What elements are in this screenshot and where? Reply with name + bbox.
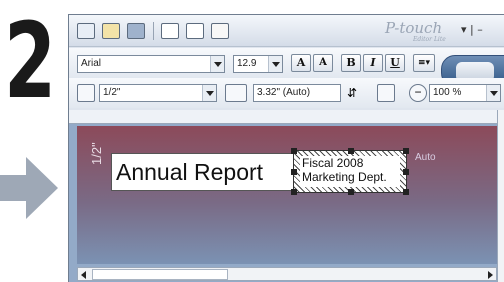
resize-handle[interactable]: [291, 148, 297, 154]
title-bar: P-touch Editor Lite ▾ | –: [69, 15, 504, 47]
zoom-select[interactable]: 100 %: [429, 84, 501, 102]
toolbar-separator: [153, 22, 154, 40]
scroll-thumb[interactable]: [92, 269, 228, 280]
selected-text-content: Fiscal 2008 Marketing Dept.: [300, 156, 400, 187]
scroll-left-icon[interactable]: [81, 271, 86, 279]
layout-toolbar: 1/2" 3.32" (Auto) ⇵ − 100 %: [69, 78, 504, 108]
selected-text-line: Marketing Dept.: [302, 170, 387, 184]
window-controls[interactable]: ▾ | –: [461, 23, 483, 36]
resize-handle[interactable]: [403, 169, 409, 175]
chevron-down-icon[interactable]: [486, 85, 500, 101]
label-length-value: 3.32" (Auto): [257, 87, 311, 98]
tape-width-value: 1/2": [103, 87, 121, 98]
tape-width-indicator: 1/2": [89, 142, 104, 165]
font-shrink-button[interactable]: A: [313, 54, 333, 72]
font-size-select[interactable]: 12.9: [233, 55, 283, 73]
scroll-right-icon[interactable]: [488, 271, 493, 279]
new-icon[interactable]: [77, 23, 95, 39]
vertical-text-icon[interactable]: [377, 84, 395, 102]
tape-area[interactable]: [77, 126, 497, 264]
text-object[interactable]: Annual Report: [111, 153, 295, 191]
open-icon[interactable]: [102, 23, 120, 39]
tape-width-icon: [77, 84, 95, 102]
stepper-icon[interactable]: ⇵: [347, 84, 359, 102]
app-window: P-touch Editor Lite ▾ | – Arial 12.9 A A…: [68, 14, 504, 282]
resize-handle[interactable]: [348, 189, 354, 195]
length-icon: [225, 84, 247, 102]
step-number: 2: [4, 0, 57, 122]
resize-handle[interactable]: [403, 189, 409, 195]
underline-button[interactable]: U: [385, 54, 405, 72]
font-name-value: Arial: [81, 58, 102, 69]
vertical-scrollbar[interactable]: [497, 110, 504, 282]
tape-width-select[interactable]: 1/2": [99, 84, 217, 102]
font-name-select[interactable]: Arial: [77, 55, 225, 73]
auto-length-label: Auto: [415, 152, 436, 163]
chevron-down-icon[interactable]: [268, 56, 282, 72]
horizontal-ruler: [69, 110, 504, 124]
zoom-value: 100 %: [433, 87, 462, 98]
resize-handle[interactable]: [403, 148, 409, 154]
bold-button[interactable]: B: [341, 54, 361, 72]
save-icon[interactable]: [127, 23, 145, 39]
resize-handle[interactable]: [348, 148, 354, 154]
zoom-out-icon[interactable]: −: [409, 84, 427, 102]
arrow-right-icon: [0, 157, 58, 219]
chevron-down-icon[interactable]: [202, 85, 216, 101]
resize-handle[interactable]: [291, 189, 297, 195]
label-length-field[interactable]: 3.32" (Auto): [253, 84, 341, 102]
chevron-down-icon[interactable]: [210, 56, 224, 72]
font-size-value: 12.9: [237, 58, 257, 69]
selected-text-line: Fiscal 2008: [302, 156, 364, 170]
frame-icon[interactable]: [186, 23, 204, 39]
align-icon[interactable]: ≡▾: [413, 54, 435, 72]
brand-subtitle: Editor Lite: [413, 36, 446, 43]
selected-text-object[interactable]: Fiscal 2008 Marketing Dept.: [291, 148, 409, 195]
image-icon[interactable]: [211, 23, 229, 39]
horizontal-scrollbar[interactable]: [77, 267, 497, 281]
format-toolbar: Arial 12.9 A A B I U ≡▾: [69, 48, 504, 78]
resize-handle[interactable]: [291, 169, 297, 175]
font-grow-button[interactable]: A: [291, 54, 311, 72]
italic-button[interactable]: I: [363, 54, 383, 72]
text-icon[interactable]: [161, 23, 179, 39]
